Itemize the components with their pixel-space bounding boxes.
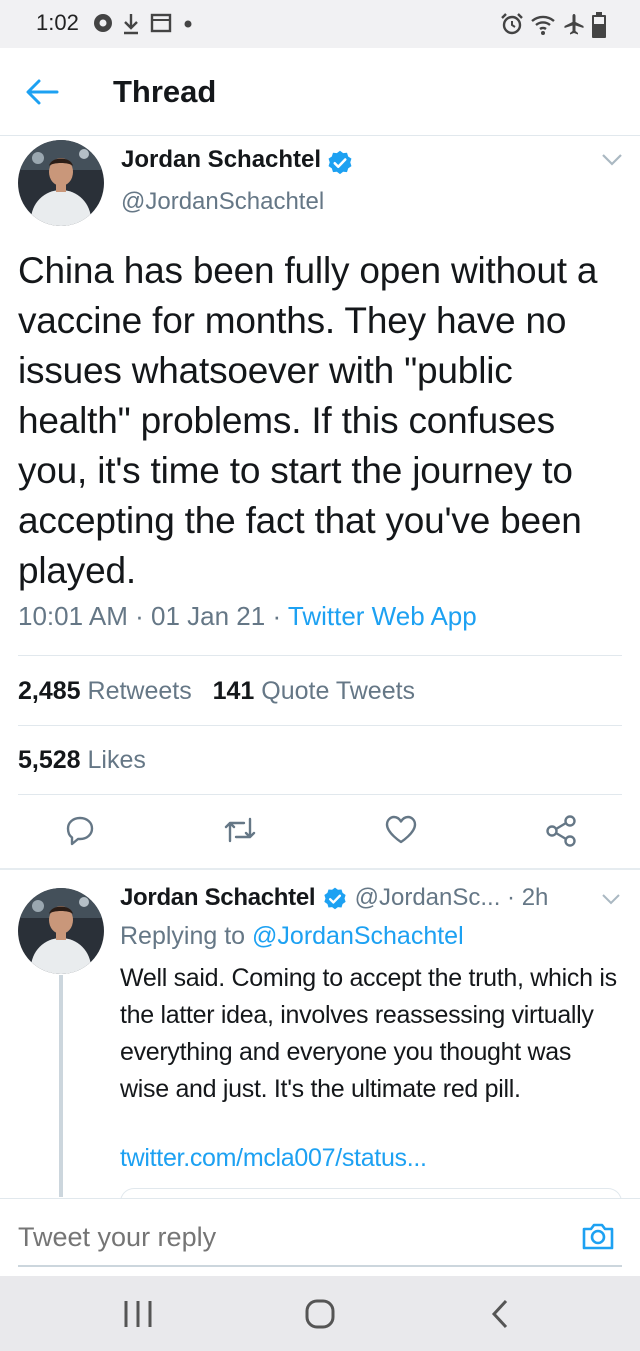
reply-time: · 2h: [507, 884, 549, 911]
reply-author-name[interactable]: Jordan Schachtel: [120, 884, 316, 911]
author-name[interactable]: Jordan Schachtel: [121, 146, 321, 173]
quotes-stat[interactable]: 141 Quote Tweets: [213, 677, 415, 705]
retweets-label: Retweets: [87, 677, 192, 705]
chevron-down-icon[interactable]: [600, 892, 622, 906]
replying-to: Replying to @JordanSchachtel: [120, 922, 464, 951]
tweet-time: 10:01 AM: [18, 601, 128, 631]
airplane-icon: [564, 14, 584, 35]
verified-badge-icon: [328, 150, 351, 174]
battery-icon: [592, 12, 606, 38]
like-icon[interactable]: [384, 814, 418, 846]
chevron-down-icon[interactable]: [600, 152, 624, 168]
reply-header: Jordan Schachtel @JordanSc... · 2h: [120, 884, 548, 912]
dot-icon: [184, 20, 192, 28]
settings-gear-icon: [94, 14, 112, 32]
tweet-source-link[interactable]: Twitter Web App: [288, 601, 477, 631]
reply-input[interactable]: [18, 1222, 558, 1253]
retweet-icon[interactable]: [222, 814, 258, 846]
quotes-label: Quote Tweets: [261, 677, 416, 705]
author-avatar[interactable]: [18, 140, 104, 226]
replying-prefix: Replying to: [120, 922, 246, 950]
quotes-count: 141: [212, 677, 255, 705]
status-bar: 1:02: [0, 0, 640, 48]
divider: [18, 725, 622, 726]
thread-header: Thread: [0, 48, 640, 136]
compose-underline: [18, 1265, 622, 1267]
section-divider: [0, 868, 640, 870]
tweet-actions: [0, 814, 640, 854]
alarm-icon: [501, 13, 523, 35]
home-icon[interactable]: [260, 1276, 380, 1351]
author-name-row[interactable]: Jordan Schachtel: [121, 146, 354, 177]
reply-author-handle[interactable]: @JordanSc...: [355, 884, 501, 911]
tweet-meta: 10:01 AM · 01 Jan 21 · Twitter Web App: [18, 601, 477, 632]
calendar-icon: [150, 13, 172, 33]
tweet-date: 01 Jan 21: [151, 601, 266, 631]
camera-icon[interactable]: [580, 1220, 616, 1252]
retweets-count: 2,485: [18, 677, 81, 705]
reply-author-avatar[interactable]: [18, 888, 104, 974]
wifi-icon: [531, 15, 555, 35]
replying-to-handle[interactable]: @JordanSchachtel: [252, 922, 464, 950]
status-time: 1:02: [36, 10, 79, 35]
likes-label: Likes: [87, 746, 146, 774]
meta-separator: ·: [135, 601, 144, 631]
back-icon[interactable]: [440, 1276, 560, 1351]
retweet-stats: 2,485 Retweets 141 Quote Tweets: [18, 677, 415, 706]
retweets-stat[interactable]: 2,485 Retweets: [18, 677, 192, 705]
arrow-left-icon[interactable]: [24, 76, 60, 108]
system-nav-bar: [0, 1276, 640, 1351]
meta-separator: ·: [272, 601, 282, 631]
tweet-text: China has been fully open without a vacc…: [18, 250, 598, 591]
verified-badge-icon: [324, 887, 346, 909]
likes-stat[interactable]: 5,528 Likes: [18, 746, 146, 775]
share-icon[interactable]: [544, 814, 578, 848]
page-title: Thread: [113, 74, 217, 109]
recent-apps-icon[interactable]: [78, 1276, 198, 1351]
reply-link[interactable]: twitter.com/mcla007/status...: [120, 1144, 427, 1173]
author-handle[interactable]: @JordanSchachtel: [121, 188, 324, 216]
reply-icon[interactable]: [64, 814, 96, 846]
divider: [18, 794, 622, 795]
likes-count: 5,528: [18, 746, 81, 774]
download-icon: [124, 14, 138, 35]
reply-text: Well said. Coming to accept the truth, w…: [120, 964, 617, 1103]
thread-connector-line: [59, 975, 63, 1197]
divider: [18, 655, 622, 656]
